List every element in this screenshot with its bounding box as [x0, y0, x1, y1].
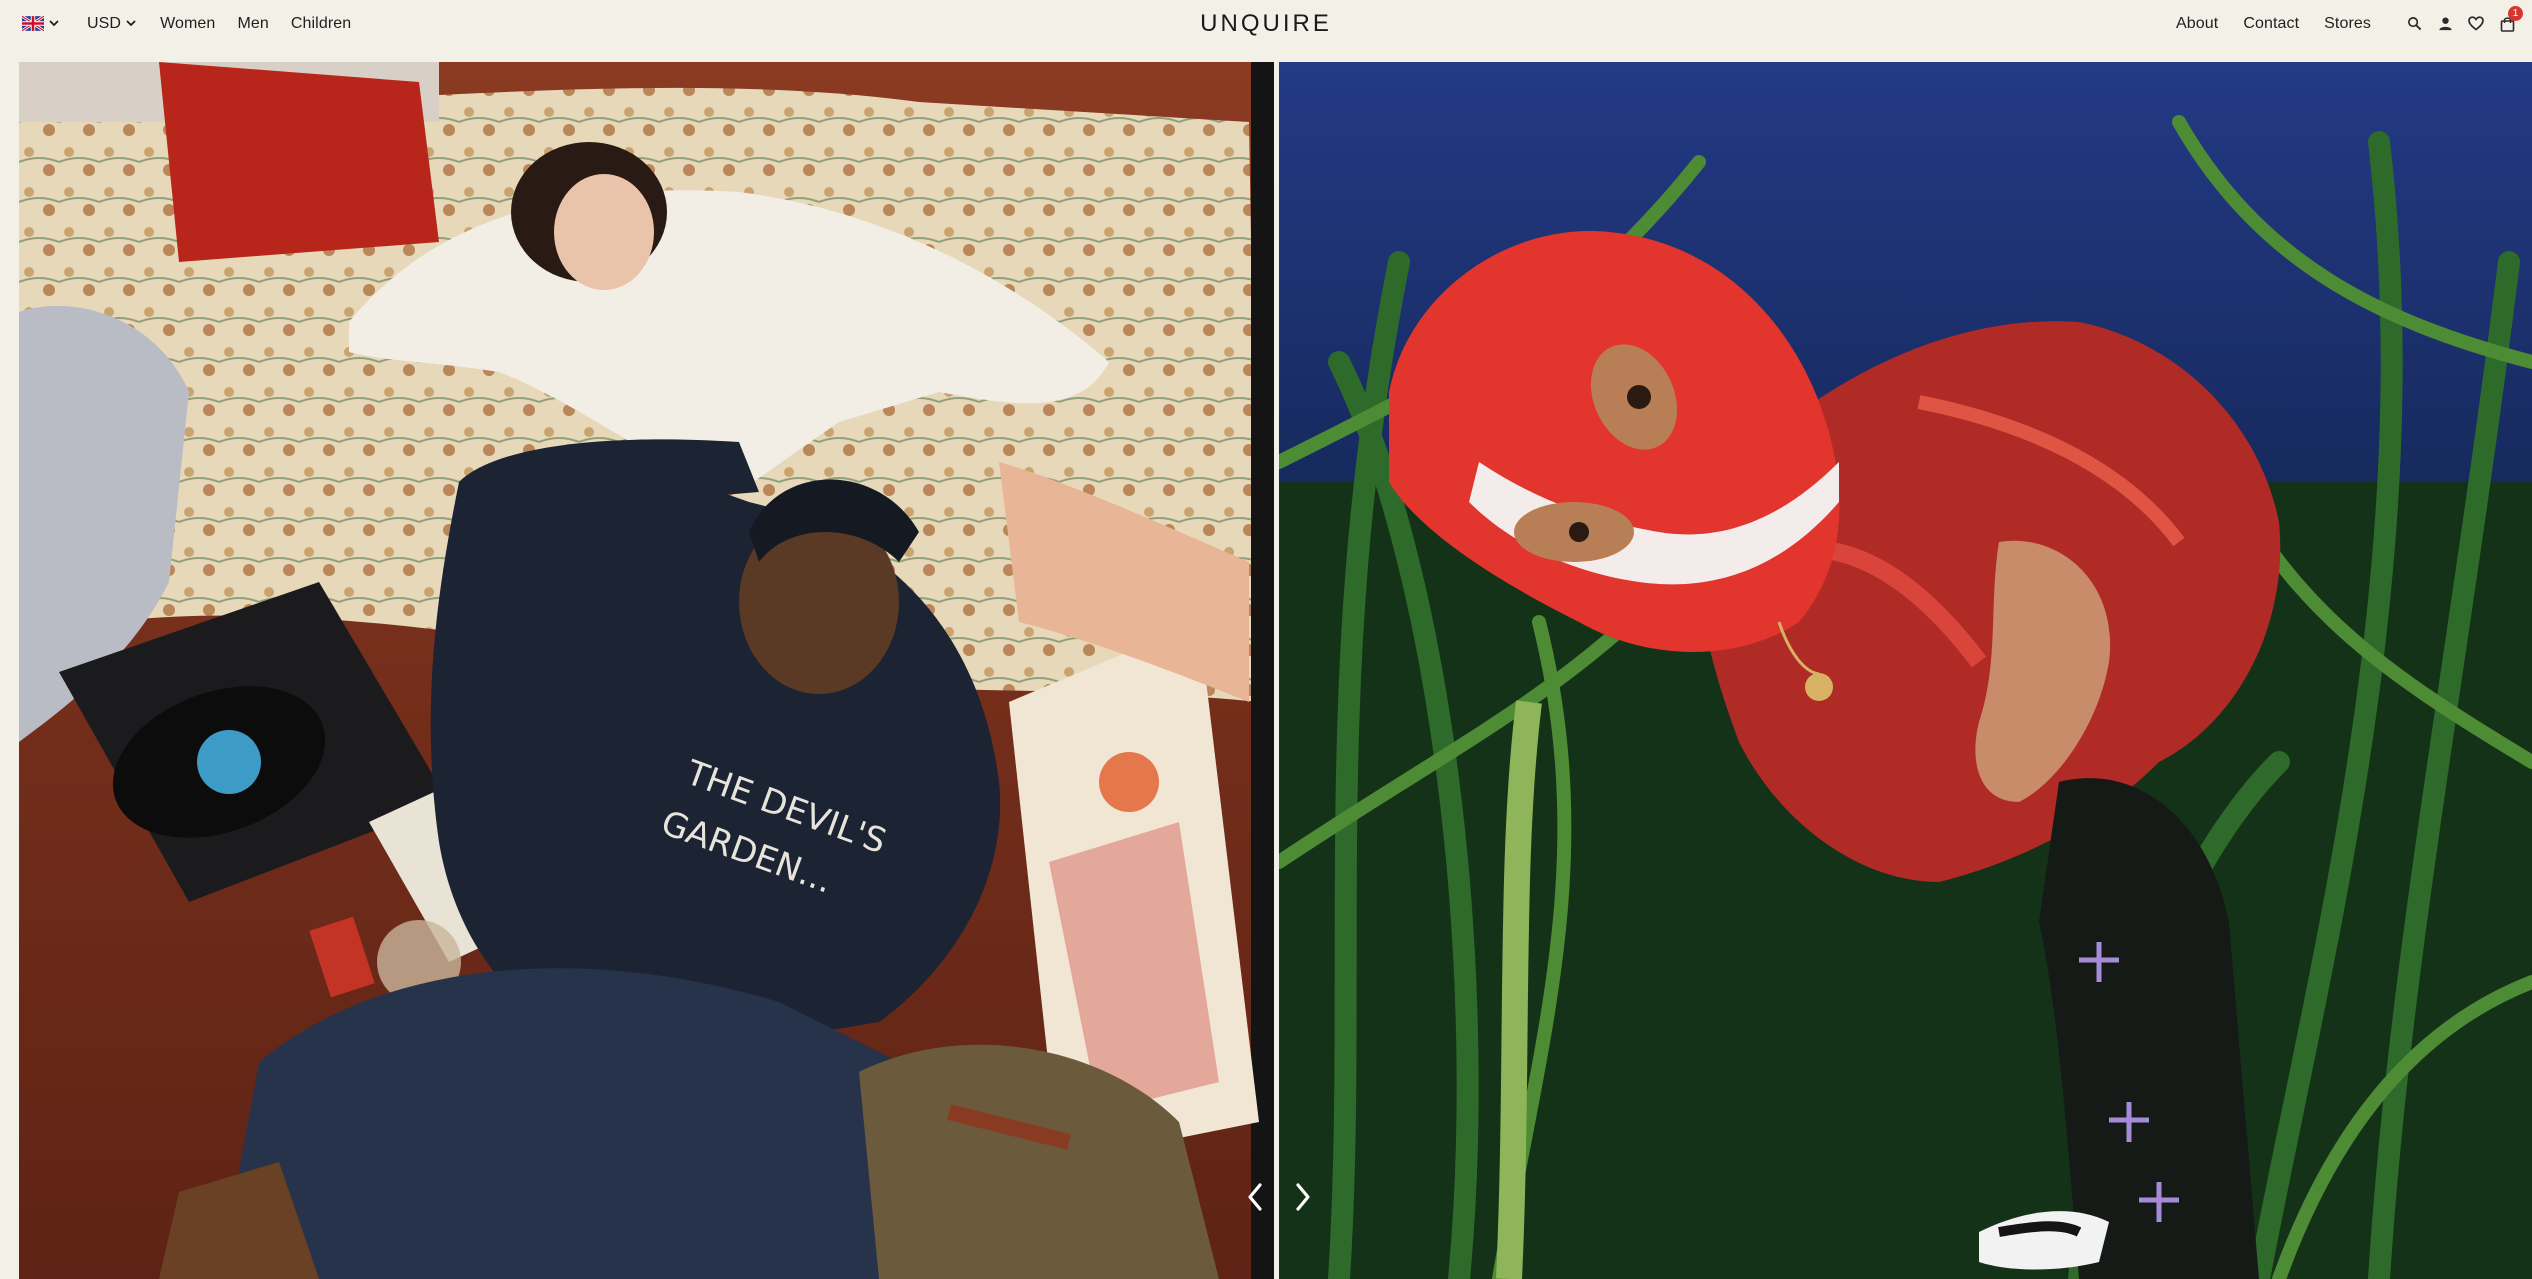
nav-stores[interactable]: Stores — [2324, 15, 2371, 33]
chevron-right-icon — [1296, 1183, 1310, 1211]
account-button[interactable] — [2436, 15, 2454, 33]
couple-lounging-photo: THE DEVIL'S GARDEN... — [19, 62, 1274, 1279]
currency-label: USD — [87, 14, 122, 32]
header-left: USD Women Men Children — [22, 0, 351, 47]
wishlist-button[interactable] — [2467, 15, 2485, 33]
uk-flag-icon — [22, 16, 44, 31]
site-logo[interactable]: UNQUIRE — [1200, 10, 1332, 38]
language-selector[interactable] — [22, 16, 59, 31]
nav-women[interactable]: Women — [160, 15, 215, 33]
slider-prev-button[interactable] — [1240, 1172, 1270, 1222]
slider-next-button[interactable] — [1288, 1172, 1318, 1222]
hero-slide-right[interactable] — [1279, 62, 2532, 1279]
logo-container: UNQUIRE — [0, 0, 2532, 47]
header-right: About Contact Stores 1 — [2176, 0, 2523, 47]
page: USD Women Men Children UNQUIRE About Con… — [0, 0, 2532, 1279]
search-button[interactable] — [2405, 15, 2423, 33]
chevron-left-icon — [1248, 1183, 1262, 1211]
nav-children[interactable]: Children — [291, 15, 351, 33]
nav-men[interactable]: Men — [237, 15, 268, 33]
nav-about[interactable]: About — [2176, 15, 2218, 33]
chevron-down-icon — [49, 20, 59, 27]
red-balaclava-cornfield-photo — [1279, 62, 2532, 1279]
nav-contact[interactable]: Contact — [2243, 15, 2299, 33]
search-icon — [2407, 17, 2421, 31]
hero-slide-left[interactable]: THE DEVIL'S GARDEN... — [19, 62, 1274, 1279]
site-header: USD Women Men Children UNQUIRE About Con… — [0, 0, 2532, 47]
cart-button[interactable]: 1 — [2498, 5, 2523, 33]
chevron-down-icon — [126, 20, 136, 27]
cart-count-badge: 1 — [2508, 5, 2523, 21]
user-icon — [2438, 17, 2452, 31]
heart-icon — [2468, 16, 2484, 31]
currency-selector[interactable]: USD — [87, 15, 136, 33]
hero-slider: THE DEVIL'S GARDEN... — [0, 62, 2532, 1279]
